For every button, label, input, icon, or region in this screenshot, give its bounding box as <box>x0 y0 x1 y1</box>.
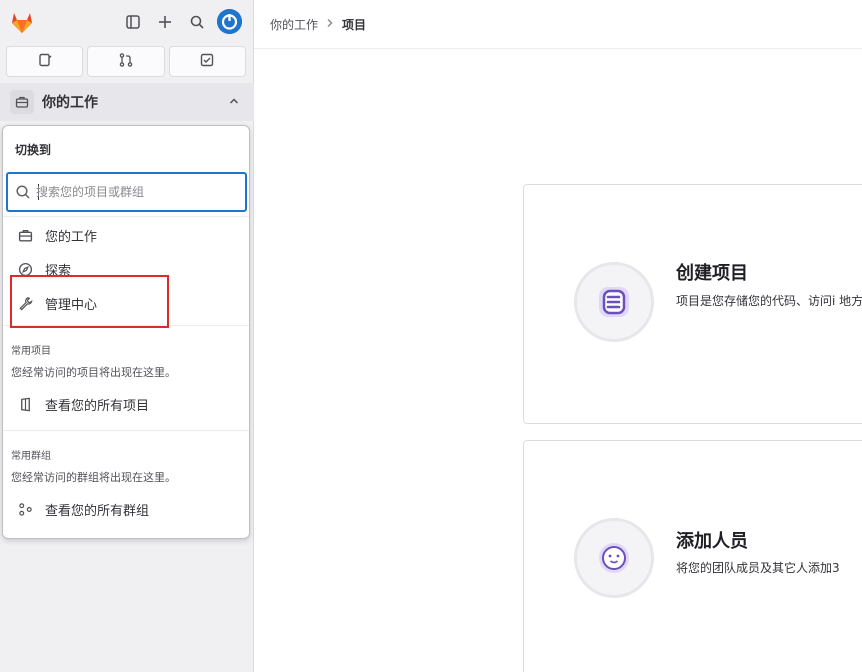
view-all-projects-link[interactable]: 查看您的所有项目 <box>13 389 239 419</box>
create-project-card[interactable]: 创建项目 项目是您存储您的代码、访问i 地方。 <box>523 184 862 424</box>
sidebar-top-bar <box>0 0 254 44</box>
context-switcher-panel: 切换到 您的工作 探索 管理中心 常用项目 您经常访问的项目将出现在这里。 查看… <box>2 125 250 539</box>
merge-request-icon <box>118 52 134 72</box>
view-all-groups-link[interactable]: 查看您的所有群组 <box>13 494 239 524</box>
gitlab-logo-icon[interactable] <box>8 8 36 36</box>
issues-button[interactable] <box>6 46 84 77</box>
divider <box>3 430 249 431</box>
breadcrumb-item-your-work[interactable]: 你的工作 <box>270 16 318 33</box>
add-people-card[interactable]: 添加人员 将您的团队成员及其它人添加3 <box>523 440 862 672</box>
divider <box>3 216 249 217</box>
wrench-icon <box>17 295 33 311</box>
frequent-groups-empty-text: 您经常访问的群组将出现在这里。 <box>11 471 176 484</box>
search-input[interactable] <box>36 183 236 201</box>
card-description: 将您的团队成员及其它人添加3 <box>676 561 840 575</box>
breadcrumb-item-current[interactable]: 项目 <box>342 16 366 33</box>
face-illustration-icon <box>574 518 654 598</box>
menu-item-label: 您的工作 <box>45 229 98 245</box>
chevron-up-icon <box>228 95 240 111</box>
view-all-projects-label: 查看您的所有项目 <box>45 398 150 414</box>
compass-icon <box>17 261 33 277</box>
group-icon <box>17 501 33 517</box>
menu-item-label: 管理中心 <box>45 297 98 313</box>
chevron-right-icon <box>326 18 334 31</box>
search-icon[interactable] <box>184 9 210 35</box>
breadcrumb: 你的工作 项目 <box>254 0 862 49</box>
issues-icon <box>37 52 53 72</box>
menu-item-explore[interactable]: 探索 <box>13 254 239 284</box>
card-title: 添加人员 <box>676 531 748 552</box>
view-all-groups-label: 查看您的所有群组 <box>45 503 150 519</box>
quick-actions <box>6 46 246 78</box>
todos-button[interactable] <box>168 46 246 77</box>
menu-item-admin-area[interactable]: 管理中心 <box>13 288 239 318</box>
panel-title: 切换到 <box>15 143 52 157</box>
plus-icon[interactable] <box>152 9 178 35</box>
todo-checkbox-icon <box>199 52 215 72</box>
search-field-wrapper[interactable] <box>6 172 247 212</box>
context-label: 你的工作 <box>42 95 98 111</box>
section-label-frequent-projects: 常用项目 <box>11 346 51 357</box>
project-icon <box>17 396 33 412</box>
card-description: 项目是您存储您的代码、访问i 地方。 <box>676 294 862 308</box>
merge-requests-button[interactable] <box>87 46 165 77</box>
project-illustration-icon <box>574 262 654 342</box>
menu-item-your-work[interactable]: 您的工作 <box>13 220 239 250</box>
card-title: 创建项目 <box>676 263 748 284</box>
briefcase-icon <box>17 227 33 243</box>
menu-item-label: 探索 <box>45 263 72 279</box>
search-icon <box>15 184 31 204</box>
divider <box>3 325 249 326</box>
briefcase-icon <box>10 90 34 114</box>
user-avatar[interactable] <box>217 9 242 34</box>
context-switcher-toggle[interactable]: 你的工作 <box>0 83 254 121</box>
section-label-frequent-groups: 常用群组 <box>11 451 51 462</box>
collapse-sidebar-icon[interactable] <box>120 9 146 35</box>
frequent-projects-empty-text: 您经常访问的项目将出现在这里。 <box>11 366 176 379</box>
